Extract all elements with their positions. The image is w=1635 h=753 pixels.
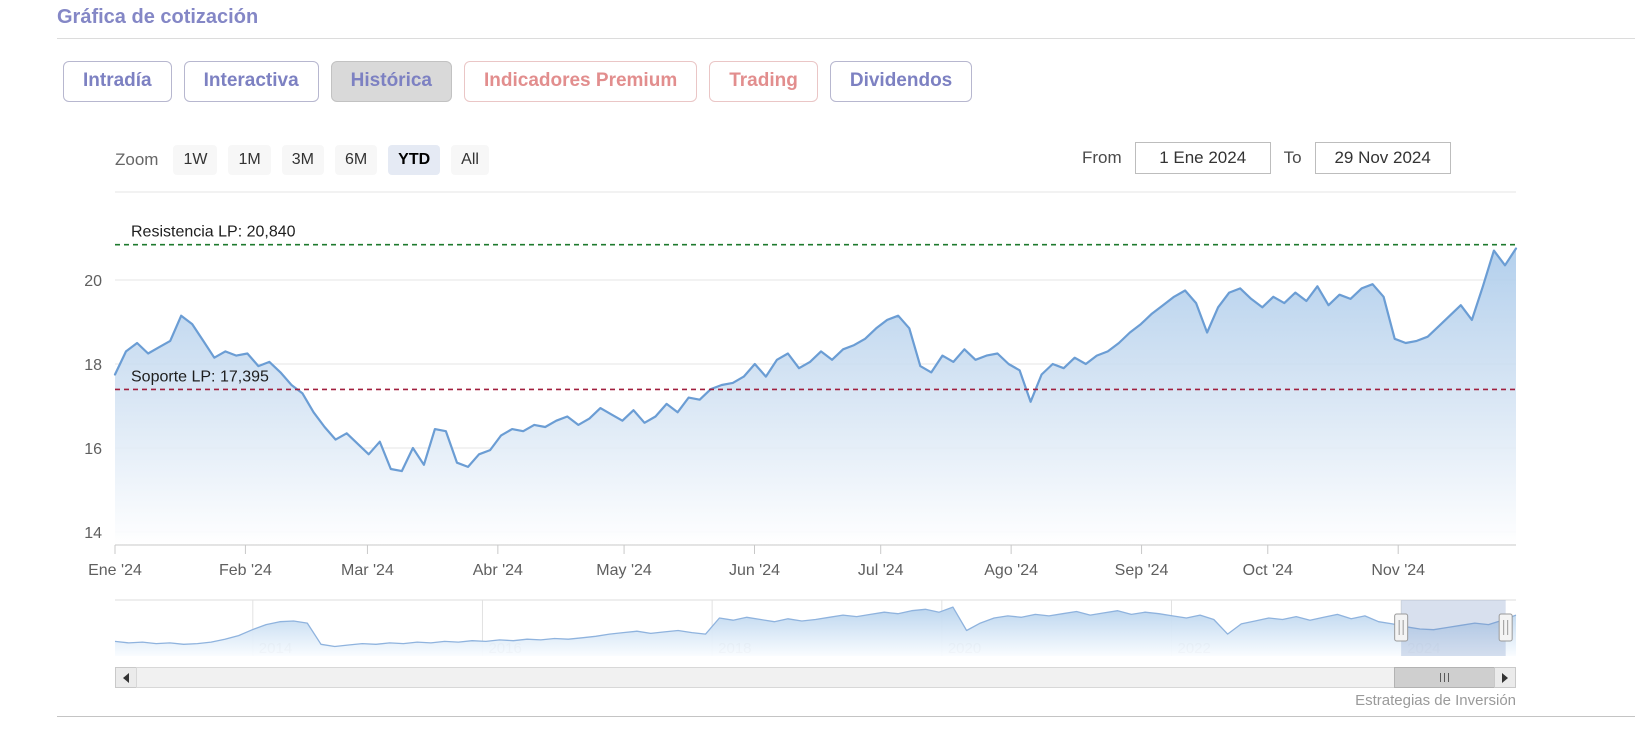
svg-text:Sep '24: Sep '24 — [1115, 562, 1169, 579]
navigator-chart: 201420162018202020222024 — [55, 596, 1520, 662]
tab-indicadores-premium[interactable]: Indicadores Premium — [464, 61, 697, 102]
to-label: To — [1284, 148, 1302, 168]
from-label: From — [1082, 148, 1122, 168]
quote-chart-panel: Gráfica de cotización Intradía Interacti… — [0, 0, 1635, 753]
svg-text:Ago '24: Ago '24 — [984, 562, 1038, 579]
bottom-divider — [57, 716, 1635, 717]
svg-text:Abr '24: Abr '24 — [473, 562, 523, 579]
svg-text:Jun '24: Jun '24 — [729, 562, 780, 579]
range-button-1m[interactable]: 1M — [228, 145, 270, 175]
page-title: Gráfica de cotización — [57, 6, 258, 29]
zoom-label: Zoom — [115, 150, 158, 170]
navigator-selection-mask[interactable] — [1401, 600, 1506, 656]
main-price-chart: 20 18 16 14 Ene '24 Feb '24 Mar '24 Abr '24 May … — [55, 190, 1520, 585]
left-arrow-icon — [123, 673, 129, 683]
svg-text:16: 16 — [84, 441, 102, 458]
support-label: Soporte LP: 17,395 — [131, 368, 269, 385]
navigator-handle-right[interactable] — [1499, 614, 1512, 641]
scrollbar-grip-icon — [1444, 673, 1445, 682]
svg-text:Feb '24: Feb '24 — [219, 562, 272, 579]
chart-attribution: Estrategias de Inversión — [1100, 692, 1516, 709]
tab-intradia[interactable]: Intradía — [63, 61, 172, 102]
tab-interactiva[interactable]: Interactiva — [184, 61, 319, 102]
range-button-6m[interactable]: 6M — [335, 145, 377, 175]
from-date-input[interactable] — [1135, 142, 1271, 174]
svg-text:Mar '24: Mar '24 — [341, 562, 394, 579]
range-button-1w[interactable]: 1W — [173, 145, 217, 175]
range-button-ytd[interactable]: YTD — [388, 145, 440, 175]
svg-text:14: 14 — [84, 525, 102, 542]
svg-text:May '24: May '24 — [596, 562, 652, 579]
tab-dividendos[interactable]: Dividendos — [830, 61, 972, 102]
svg-text:Nov '24: Nov '24 — [1371, 562, 1425, 579]
right-arrow-icon — [1502, 673, 1508, 683]
svg-text:18: 18 — [84, 357, 102, 374]
top-divider — [57, 38, 1635, 39]
navigator-handle-left[interactable] — [1395, 614, 1408, 641]
to-date-input[interactable] — [1315, 142, 1451, 174]
scrollbar-left-arrow[interactable] — [115, 667, 137, 688]
scrollbar-right-arrow[interactable] — [1494, 667, 1516, 688]
svg-text:Jul '24: Jul '24 — [858, 562, 904, 579]
resistance-label: Resistencia LP: 20,840 — [131, 224, 296, 241]
svg-text:Oct '24: Oct '24 — [1243, 562, 1293, 579]
svg-text:Ene '24: Ene '24 — [88, 562, 142, 579]
svg-text:20: 20 — [84, 273, 102, 290]
tab-historica[interactable]: Histórica — [331, 61, 452, 102]
tab-trading[interactable]: Trading — [709, 61, 818, 102]
date-range-controls: From To — [1082, 142, 1451, 174]
zoom-range-toolbar: Zoom 1W 1M 3M 6M YTD All — [115, 145, 489, 175]
range-button-all[interactable]: All — [451, 145, 489, 175]
scrollbar-thumb[interactable] — [1394, 667, 1495, 688]
range-button-3m[interactable]: 3M — [282, 145, 324, 175]
chart-mode-tabs: Intradía Interactiva Histórica Indicador… — [63, 61, 972, 102]
scrollbar-track[interactable] — [136, 667, 1495, 688]
